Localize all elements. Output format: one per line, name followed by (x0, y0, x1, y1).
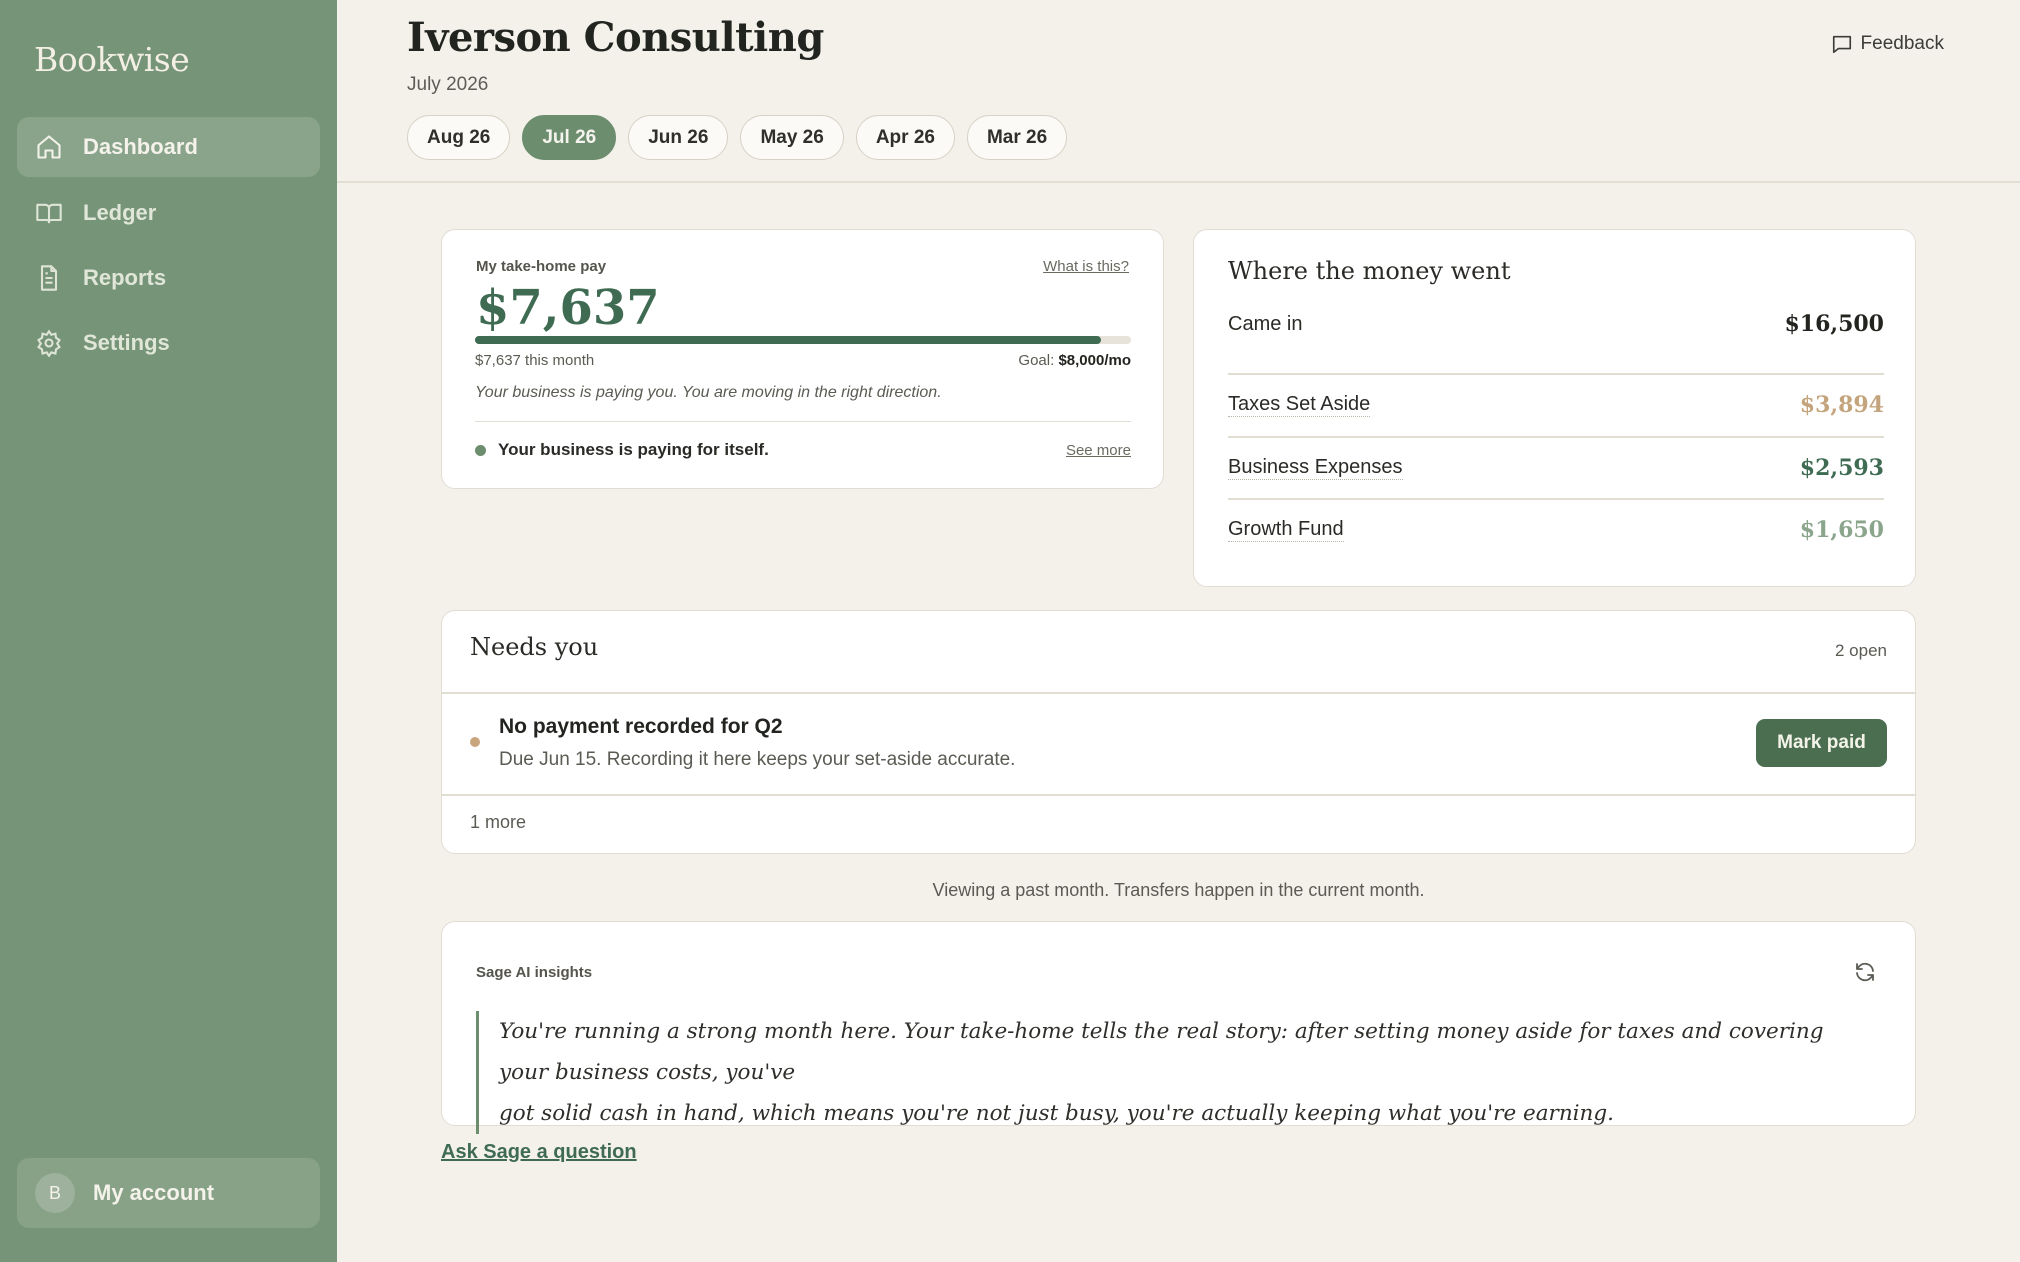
page-title: Iverson Consulting (407, 14, 824, 61)
tab-aug-26[interactable]: Aug 26 (407, 115, 511, 160)
feedback-label: Feedback (1860, 33, 1944, 54)
goal-value: $8,000/mo (1058, 352, 1131, 369)
sidebar-item-dashboard[interactable]: Dashboard (17, 117, 320, 177)
take-home-label: My take-home pay (476, 258, 607, 275)
status-row: Your business is paying for itself. See … (475, 440, 1131, 460)
tab-jun-26[interactable]: Jun 26 (628, 115, 729, 160)
issue-title: No payment recorded for Q2 (499, 715, 783, 738)
money-breakdown-card: Where the money went Came in $16,500 Tax… (1193, 229, 1916, 587)
issue-dot (470, 737, 480, 747)
my-account-button[interactable]: B My account (17, 1158, 320, 1228)
quote-line: got solid cash in hand, which means you'… (499, 1101, 1614, 1126)
money-row-expenses[interactable]: Business Expenses $2,593 (1228, 437, 1884, 499)
status-text: Your business is paying for itself. (498, 440, 769, 459)
money-card-title: Where the money went (1228, 257, 1511, 285)
chat-icon (1832, 35, 1851, 54)
sage-label: Sage AI insights (476, 964, 593, 981)
page-header: Iverson Consulting July 2026 Aug 26 Jul … (337, 0, 2020, 183)
goal-prefix: Goal: (1018, 352, 1055, 369)
sidebar-item-ledger[interactable]: Ledger (17, 183, 320, 243)
home-icon (37, 135, 61, 159)
goal-row: $7,637 this month Goal: $8,000/mo (475, 352, 1131, 369)
take-home-progress-bar (475, 336, 1131, 344)
sage-insights-card: Sage AI insights You're running a strong… (441, 921, 1916, 1134)
needs-title: Needs you (470, 633, 599, 661)
more-link[interactable]: 1 more (470, 812, 526, 833)
status-dot (475, 444, 486, 456)
sidebar-item-label: Settings (83, 330, 170, 355)
needs-you-card: Needs you 2 open No payment recorded for… (441, 610, 1916, 854)
sidebar-item-settings[interactable]: Settings (17, 313, 320, 373)
tab-apr-26[interactable]: Apr 26 (855, 115, 955, 160)
page-subtitle: July 2026 (407, 74, 489, 95)
tab-mar-26[interactable]: Mar 26 (966, 115, 1068, 160)
divider (442, 794, 1915, 796)
see-more-link[interactable]: See more (1066, 442, 1131, 459)
month-tabs: Aug 26 Jul 26 Jun 26 May 26 Apr 26 Mar 2… (407, 115, 1068, 160)
divider (442, 692, 1915, 694)
money-row-value: $2,593 (1799, 455, 1884, 481)
money-row-value: $16,500 (1784, 311, 1884, 337)
money-row-value: $1,650 (1799, 517, 1884, 543)
take-home-message: Your business is paying you. You are mov… (475, 384, 942, 401)
goal-text: Goal: $8,000/mo (1018, 352, 1131, 369)
divider (475, 421, 1131, 422)
feedback-button[interactable]: Feedback (1831, 33, 1944, 55)
money-row-name: Came in (1228, 312, 1303, 335)
sidebar-item-reports[interactable]: Reports (17, 248, 320, 308)
issue-description: Due Jun 15. Recording it here keeps your… (499, 749, 1016, 770)
document-icon (40, 265, 58, 291)
tab-may-26[interactable]: May 26 (740, 115, 844, 160)
what-is-this-link[interactable]: What is this? (1043, 258, 1129, 275)
sidebar-item-label: Reports (83, 265, 167, 290)
money-row-came-in: Came in $16,500 (1228, 293, 1884, 355)
money-row-name: Growth Fund (1228, 518, 1344, 542)
this-month-value: $7,637 this month (475, 352, 595, 369)
gear-icon (37, 329, 61, 357)
tab-jul-26[interactable]: Jul 26 (522, 115, 617, 160)
progress-fill (475, 336, 1102, 344)
sidebar: Bookwise Dashboard Ledger Reports Settin… (0, 0, 337, 1262)
book-icon (36, 203, 62, 224)
money-row-taxes[interactable]: Taxes Set Aside $3,894 (1228, 374, 1884, 436)
needs-count: 2 open (1835, 641, 1887, 660)
take-home-amount: $7,637 (476, 280, 660, 336)
past-month-note: Viewing a past month. Transfers happen i… (932, 880, 1425, 900)
money-row-name: Business Expenses (1228, 456, 1403, 480)
quote-line: You're running a strong month here. Your… (499, 1019, 1824, 1085)
money-row-name: Taxes Set Aside (1228, 393, 1371, 417)
sidebar-item-label: Dashboard (83, 134, 198, 159)
sage-insight-quote: You're running a strong month here. Your… (476, 1011, 1871, 1134)
brand-logo[interactable]: Bookwise (34, 40, 190, 79)
account-label: My account (93, 1180, 215, 1205)
money-row-value: $3,894 (1799, 392, 1884, 418)
avatar: B (35, 1173, 75, 1213)
ask-sage-link[interactable]: Ask Sage a question (441, 1141, 637, 1164)
mark-paid-button[interactable]: Mark paid (1756, 719, 1887, 767)
sidebar-item-label: Ledger (83, 200, 157, 225)
refresh-icon[interactable] (1853, 960, 1877, 984)
money-row-growth-fund[interactable]: Growth Fund $1,650 (1228, 499, 1884, 561)
